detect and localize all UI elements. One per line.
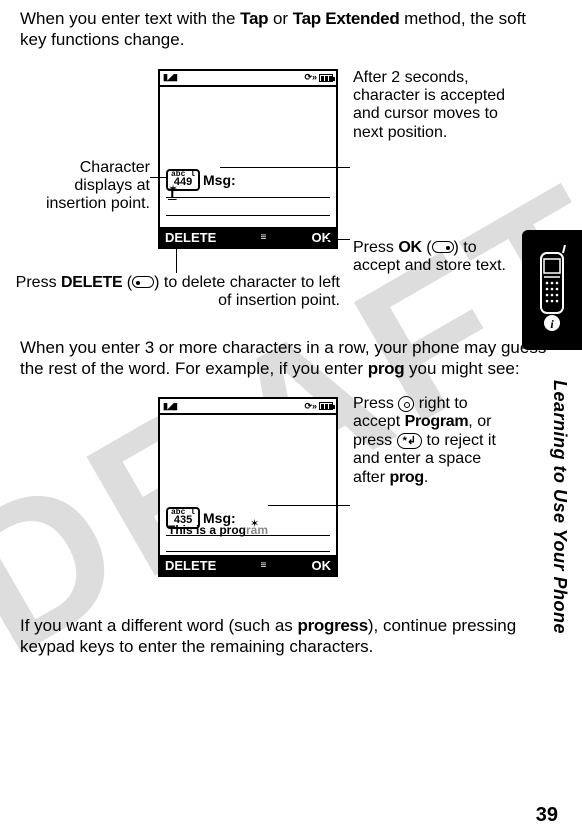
status-bar: ▮◢▮ ⟳»: [160, 399, 336, 415]
callout-predictive: Press right to accept Program, or press …: [353, 395, 513, 487]
prog-word: prog: [389, 469, 423, 486]
figure-1: ▮◢▮ ⟳» abc l 449 Msg: ✶ T: [20, 69, 552, 319]
progress-word: progress: [298, 616, 368, 635]
chapter-tab: i: [522, 230, 582, 350]
text-line: [166, 215, 330, 216]
ok-key-icon: [432, 241, 454, 253]
connector: [325, 239, 350, 240]
text: ) to delete character to left of inserti…: [154, 274, 340, 309]
softkey-bar: DELETE ≡ OK: [160, 555, 336, 575]
phone-screen-1: ▮◢▮ ⟳» abc l 449 Msg: ✶ T: [158, 69, 338, 249]
callout-press-delete: Press DELETE ( ) to delete character to l…: [10, 274, 340, 311]
text-line: [166, 535, 330, 536]
mid-paragraph: When you enter 3 or more characters in a…: [20, 337, 552, 380]
star-key-icon: *↲: [397, 433, 423, 449]
softkey-menu[interactable]: ≡: [260, 232, 267, 243]
battery-icon: [319, 402, 333, 410]
screen-body: abc l 449 Msg: ✶ T: [160, 87, 336, 227]
softkey-delete[interactable]: DELETE: [165, 230, 216, 245]
text: or: [268, 9, 293, 28]
vibrate-icon: ⟳»: [304, 72, 317, 83]
delete-key-icon: [132, 276, 154, 288]
page-number: 39: [536, 804, 558, 827]
text: If you want a different word (such as: [20, 616, 298, 635]
callout-press-ok: Press OK () to accept and store text.: [353, 239, 513, 276]
connector: [268, 505, 350, 506]
text-line: [166, 551, 330, 552]
text: Press: [353, 239, 398, 256]
msg-label: Msg:: [203, 172, 236, 188]
vibrate-icon: ⟳»: [304, 401, 317, 412]
connector: [220, 167, 350, 168]
phone-screen-2: ▮◢▮ ⟳» abc l 435 Msg: ✶ This is a progra…: [158, 397, 338, 577]
signal-icon: ▮◢▮: [163, 401, 177, 412]
program-word: Program: [405, 413, 469, 430]
entered-character: T: [168, 185, 177, 201]
text: (: [422, 239, 432, 256]
prog-word: prog: [368, 359, 405, 378]
text: When you enter text with the: [20, 9, 240, 28]
outro-paragraph: If you want a different word (such as pr…: [20, 615, 552, 658]
connector: [150, 177, 168, 178]
tap-method: Tap: [240, 9, 268, 28]
text: Press: [16, 274, 61, 291]
battery-icon: [319, 74, 333, 82]
battery-area: ⟳»: [304, 401, 333, 412]
status-bar: ▮◢▮ ⟳»: [160, 71, 336, 87]
softkey-ok[interactable]: OK: [311, 230, 331, 245]
text: you might see:: [404, 359, 519, 378]
softkey-bar: DELETE ≡ OK: [160, 227, 336, 247]
text-line: [166, 197, 330, 198]
signal-icon: ▮◢▮: [163, 72, 177, 83]
delete-label: DELETE: [61, 274, 122, 291]
figure-2: ▮◢▮ ⟳» abc l 435 Msg: ✶ This is a progra…: [20, 397, 552, 597]
tap-extended-method: Tap Extended: [293, 9, 400, 28]
text: Press: [353, 395, 398, 412]
softkey-menu[interactable]: ≡: [260, 560, 267, 571]
callout-cursor-advance: After 2 seconds, character is accepted a…: [353, 69, 513, 143]
phone-icon: i: [534, 245, 570, 335]
battery-area: ⟳»: [304, 72, 333, 83]
screen-body: abc l 435 Msg: ✶ This is a program: [160, 415, 336, 555]
softkey-ok[interactable]: OK: [311, 558, 331, 573]
text: (: [122, 274, 132, 291]
text: .: [424, 469, 428, 486]
nav-key-icon: [398, 396, 414, 412]
intro-paragraph: When you enter text with the Tap or Tap …: [20, 8, 552, 51]
callout-insertion-point: Character displays at insertion point.: [30, 159, 150, 214]
softkey-delete[interactable]: DELETE: [165, 558, 216, 573]
ok-label: OK: [398, 239, 421, 256]
connector: [176, 247, 177, 273]
